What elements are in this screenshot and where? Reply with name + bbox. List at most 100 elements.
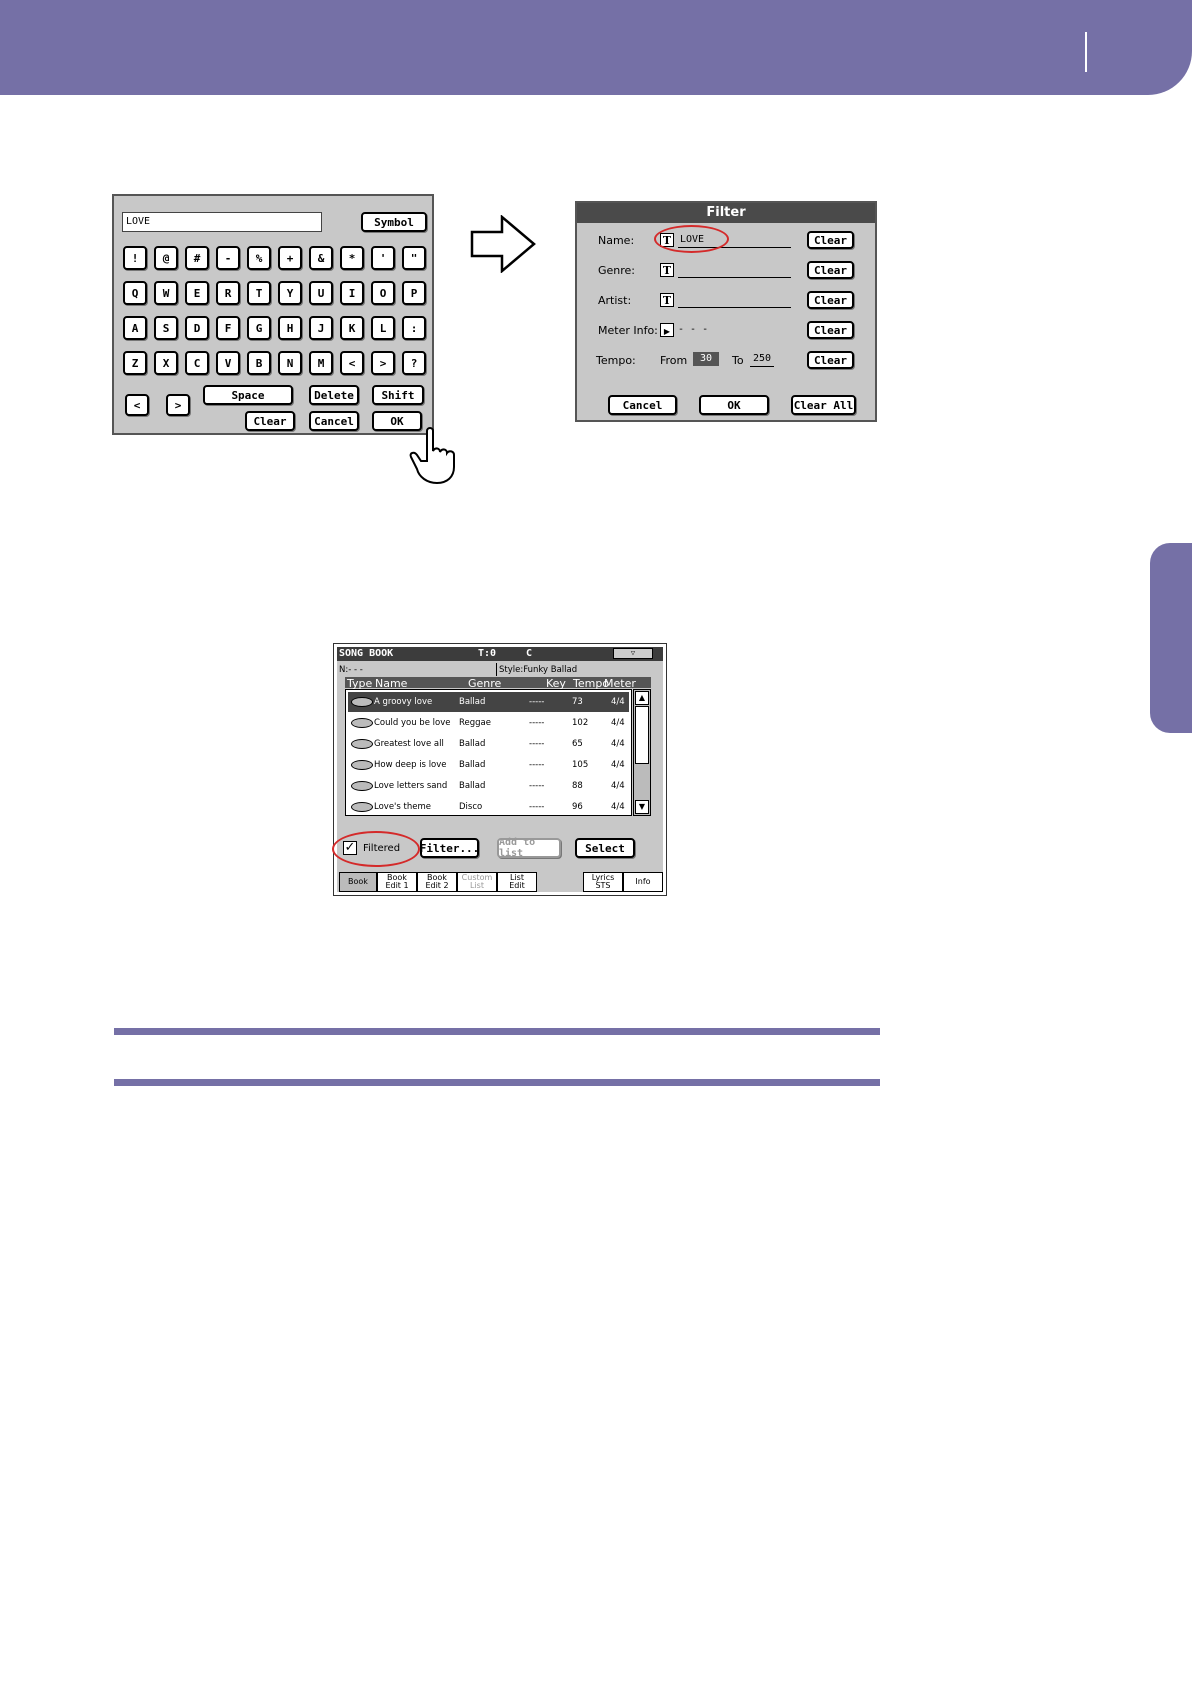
table-row[interactable]: A groovy love Ballad ----- 73 4/4 [348, 692, 629, 712]
key-button[interactable]: Q [123, 281, 147, 305]
add-to-list-button[interactable]: Add to list [497, 837, 561, 859]
cursor-right-button[interactable]: > [166, 394, 190, 416]
key-button[interactable]: V [216, 351, 240, 375]
scroll-down-icon[interactable]: ▼ [635, 800, 649, 814]
key-button[interactable]: I [340, 281, 364, 305]
key-button[interactable]: P [402, 281, 426, 305]
table-row[interactable]: Love's theme Disco ----- 96 4/4 [348, 797, 629, 817]
key-button[interactable]: ? [402, 351, 426, 375]
key-button[interactable]: O [371, 281, 395, 305]
key-button[interactable]: F [216, 316, 240, 340]
key-button[interactable]: @ [154, 246, 178, 270]
key-button[interactable]: # [185, 246, 209, 270]
table-row[interactable]: Love letters sand Ballad ----- 88 4/4 [348, 776, 629, 796]
key-button[interactable]: : [402, 316, 426, 340]
tempo-to-value[interactable]: 250 [750, 352, 774, 367]
key-button[interactable]: Z [123, 351, 147, 375]
scroll-up-icon[interactable]: ▲ [635, 691, 649, 705]
shift-button[interactable]: Shift [372, 385, 424, 405]
info-left: N:- - - [339, 665, 363, 675]
song-name: How deep is love [374, 760, 447, 770]
key-button[interactable]: S [154, 316, 178, 340]
table-row[interactable]: Greatest love all Ballad ----- 65 4/4 [348, 734, 629, 754]
delete-button[interactable]: Delete [309, 385, 359, 405]
filter-button[interactable]: Filter... [420, 838, 479, 858]
song-key: ----- [529, 760, 545, 770]
key-button[interactable]: + [278, 246, 302, 270]
artist-field[interactable] [678, 307, 791, 308]
tab-label-line1: Info [635, 877, 651, 886]
key-button[interactable]: > [371, 351, 395, 375]
key-button[interactable]: " [402, 246, 426, 270]
key-button[interactable]: L [371, 316, 395, 340]
clear-tempo-button[interactable]: Clear [807, 351, 854, 369]
key-button[interactable]: B [247, 351, 271, 375]
tab-3[interactable]: Custom List [457, 872, 497, 892]
clear-artist-button[interactable]: Clear [807, 291, 854, 309]
cancel-button[interactable]: Cancel [608, 395, 677, 415]
space-button[interactable]: Space [203, 385, 293, 405]
cancel-button[interactable]: Cancel [309, 411, 359, 431]
clear-name-button[interactable]: Clear [807, 231, 854, 249]
clear-meter-button[interactable]: Clear [807, 321, 854, 339]
key-button[interactable]: H [278, 316, 302, 340]
play-arrow-icon[interactable]: ▶ [660, 323, 674, 337]
key-button[interactable]: * [340, 246, 364, 270]
tab-2[interactable]: Book Edit 2 [417, 872, 457, 892]
ok-button[interactable]: OK [699, 395, 769, 415]
key-readout: C [526, 648, 533, 659]
tempo-from-value[interactable]: 30 [693, 352, 719, 366]
key-button[interactable]: M [309, 351, 333, 375]
key-button[interactable]: W [154, 281, 178, 305]
text-edit-icon[interactable]: T [660, 293, 674, 307]
key-button[interactable]: G [247, 316, 271, 340]
tab-5[interactable]: Lyrics STS [583, 872, 623, 892]
clear-genre-button[interactable]: Clear [807, 261, 854, 279]
key-button[interactable]: E [185, 281, 209, 305]
text-input-field[interactable]: LOVE [122, 212, 322, 232]
to-label: To [732, 354, 744, 367]
key-button[interactable]: X [154, 351, 178, 375]
key-button[interactable]: D [185, 316, 209, 340]
key-button[interactable]: R [216, 281, 240, 305]
table-row[interactable]: How deep is love Ballad ----- 105 4/4 [348, 755, 629, 775]
key-button[interactable]: < [340, 351, 364, 375]
key-button[interactable]: U [309, 281, 333, 305]
symbol-button[interactable]: Symbol [361, 212, 427, 232]
table-row[interactable]: Could you be love Reggae ----- 102 4/4 [348, 713, 629, 733]
genre-field[interactable] [678, 277, 791, 278]
key-button[interactable]: % [247, 246, 271, 270]
key-button[interactable]: - [216, 246, 240, 270]
song-type-icon [351, 802, 373, 812]
cursor-left-button[interactable]: < [125, 394, 149, 416]
tab-6[interactable]: Info [623, 872, 663, 892]
song-genre: Disco [459, 802, 483, 812]
tab-0[interactable]: Book [339, 872, 377, 892]
clear-all-button[interactable]: Clear All [791, 395, 856, 415]
key-button[interactable]: ' [371, 246, 395, 270]
key-button[interactable]: J [309, 316, 333, 340]
clear-button[interactable]: Clear [245, 411, 295, 431]
key-button[interactable]: N [278, 351, 302, 375]
text-edit-icon[interactable]: T [660, 263, 674, 277]
highlight-circle [332, 831, 420, 867]
scrollbar[interactable]: ▲ ▼ [633, 689, 651, 816]
section-rule-bottom [114, 1079, 880, 1086]
select-button[interactable]: Select [575, 838, 635, 858]
song-genre: Ballad [459, 781, 486, 791]
key-button[interactable]: Y [278, 281, 302, 305]
scrollbar-thumb[interactable] [635, 706, 649, 764]
key-button[interactable]: ! [123, 246, 147, 270]
tab-1[interactable]: Book Edit 1 [377, 872, 417, 892]
key-button[interactable]: K [340, 316, 364, 340]
info-divider [496, 663, 497, 676]
key-button[interactable]: T [247, 281, 271, 305]
menu-dropdown-icon[interactable]: ▽ [613, 648, 653, 659]
key-button[interactable]: & [309, 246, 333, 270]
song-name: Greatest love all [374, 739, 444, 749]
chapter-side-tab [1150, 543, 1192, 733]
tab-4[interactable]: List Edit [497, 872, 537, 892]
right-arrow-icon [470, 215, 536, 273]
key-button[interactable]: C [185, 351, 209, 375]
key-button[interactable]: A [123, 316, 147, 340]
